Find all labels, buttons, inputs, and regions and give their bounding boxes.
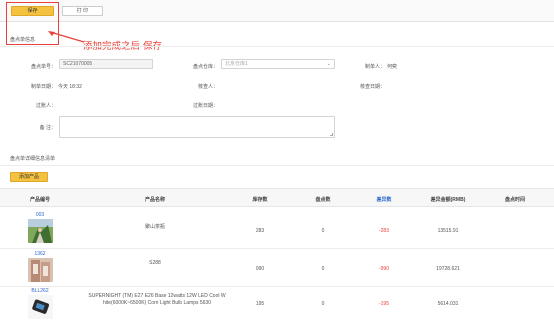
- order-no-label: 盘点单号：: [30, 64, 56, 70]
- column-header-amount: 差异金额(RMB): [430, 197, 466, 203]
- product-name: SUPERNIGHT (TM) E27 E26 Base 12watts 12W…: [88, 293, 226, 306]
- annotation-arrow-icon: [48, 31, 85, 43]
- diff-amount-value: 19728.621: [436, 266, 460, 272]
- add-product-button[interactable]: 添加产品: [10, 172, 48, 182]
- diff-value: -283: [378, 228, 389, 234]
- column-header-counted: 盘点数: [315, 197, 331, 203]
- info-section-title: 盘点单信息: [10, 37, 36, 43]
- post-date-label: 过账日期：: [192, 103, 218, 109]
- stock-value: 283: [255, 228, 265, 234]
- detail-section-title: 盘点单详细信息清单: [10, 156, 56, 162]
- remark-textarea[interactable]: [59, 116, 335, 138]
- counted-value: 0: [321, 228, 325, 234]
- chevron-down-icon: ⌄: [326, 61, 331, 67]
- resize-handle-icon[interactable]: [330, 133, 333, 136]
- column-header-diff: 差异数: [376, 197, 392, 203]
- remark-label: 备 注：: [39, 125, 56, 131]
- warehouse-value: 北京仓库1: [225, 61, 248, 67]
- product-image: [28, 258, 53, 282]
- diff-value: -990: [378, 266, 389, 272]
- warehouse-select[interactable]: 北京仓库1 ⌄: [221, 59, 335, 69]
- creator-value: 何奕: [387, 64, 398, 70]
- poster-label: 过账人：: [35, 103, 56, 109]
- create-date-label: 制单日期：: [30, 84, 56, 90]
- column-header-name: 产品名称: [144, 197, 165, 203]
- divider: [0, 165, 554, 166]
- diff-value: -195: [378, 301, 389, 307]
- counted-value: 0: [321, 266, 325, 272]
- table-row: BLL262 SUPERNIGHT (TM) E27 E26 Base 12wa…: [0, 287, 554, 324]
- diff-amount-value: 5614.031: [437, 301, 459, 307]
- counted-value: 0: [321, 301, 325, 307]
- create-date-value: 今天 18:32: [58, 84, 82, 90]
- stock-value: 195: [255, 301, 265, 307]
- check-date-label: 核查日期：: [359, 84, 385, 90]
- product-code-link[interactable]: 1362: [20, 251, 60, 257]
- checker-label: 核查人：: [197, 84, 218, 90]
- creator-label: 制单人：: [364, 64, 385, 70]
- column-header-stock: 库存数: [252, 197, 268, 203]
- product-code-link[interactable]: 003: [20, 212, 60, 218]
- table-header: 产品编号 产品名称 库存数 盘点数 差异数 差异金额(RMB) 盘点时间: [0, 188, 554, 207]
- annotation-text: 添加完成之后 保存: [83, 38, 162, 52]
- product-image: [28, 295, 53, 319]
- column-header-time: 盘点时间: [504, 197, 525, 203]
- product-image: [28, 219, 53, 243]
- product-name: S288: [149, 260, 161, 266]
- table-row: 1362 S288 990 0 -990 19728.621: [0, 249, 554, 287]
- order-no-input[interactable]: SC21070005: [59, 59, 153, 69]
- diff-amount-value: 13515.91: [437, 228, 459, 234]
- column-header-code: 产品编号: [29, 197, 50, 203]
- stock-value: 990: [255, 266, 265, 272]
- divider: [0, 46, 554, 47]
- product-code-link[interactable]: BLL262: [20, 288, 60, 294]
- print-button[interactable]: 打 印: [62, 6, 103, 16]
- product-name: 聚山茶瓶: [144, 224, 165, 230]
- warehouse-label: 盘点仓库：: [192, 64, 218, 70]
- table-row: 003 聚山茶瓶 283 0 -283 13515.91: [0, 207, 554, 249]
